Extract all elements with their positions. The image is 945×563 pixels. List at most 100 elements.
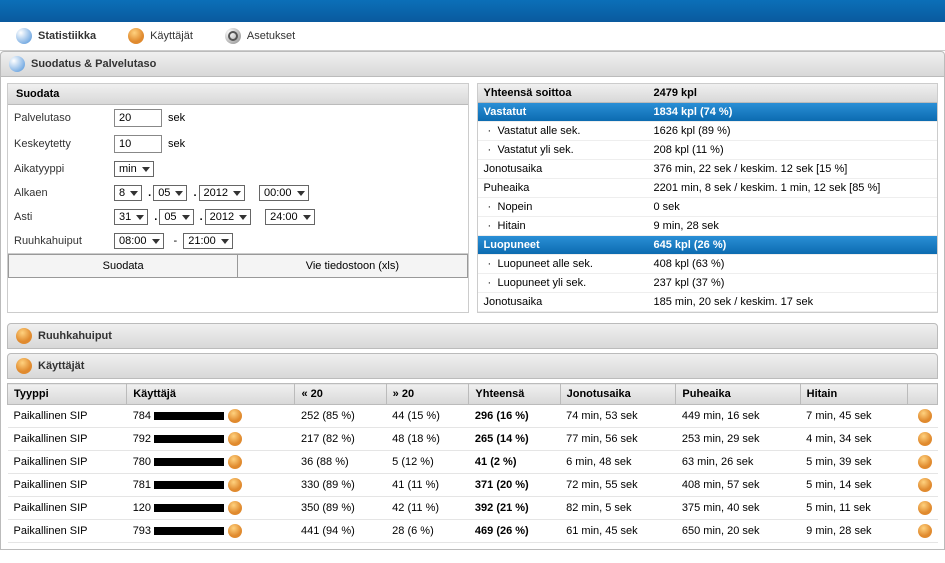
queue-value: 376 min, 22 sek / keskim. 12 sek [15 %]: [654, 163, 932, 175]
answered-value: 1834 kpl (74 %): [654, 106, 932, 118]
slowest-value: 9 min, 28 sek: [654, 220, 932, 232]
abandoned-under-value: 408 kpl (63 %): [654, 258, 932, 270]
aikatyyppi-select[interactable]: min: [114, 161, 154, 177]
answered-label: Vastatut: [484, 106, 654, 118]
abandoned-over-label: Luopuneet yli sek.: [484, 277, 654, 289]
cell-slow: 5 min, 14 sek: [800, 474, 907, 497]
ruuhka-panel-header[interactable]: Ruuhkahuiput: [7, 323, 938, 349]
alkaen-time-select[interactable]: 00:00: [259, 185, 309, 201]
cell-type: Paikallinen SIP: [8, 428, 127, 451]
cell-total: 265 (14 %): [469, 428, 560, 451]
cell-under: 441 (94 %): [295, 520, 386, 543]
panel-title: Ruuhkahuiput: [38, 330, 112, 342]
users-icon: [16, 358, 32, 374]
abandon-queue-value: 185 min, 20 sek / keskim. 17 sek: [654, 296, 932, 308]
user-icon: [228, 432, 242, 446]
user-icon: [918, 432, 932, 446]
alkaen-month-select[interactable]: 05: [153, 185, 187, 201]
keskeytetty-input[interactable]: [114, 135, 162, 153]
user-icon: [228, 478, 242, 492]
tab-settings[interactable]: Asetukset: [209, 22, 311, 50]
redacted-name: [154, 481, 224, 489]
cell-over: 48 (18 %): [386, 428, 469, 451]
cell-action[interactable]: [908, 520, 938, 543]
cell-talk: 63 min, 26 sek: [676, 451, 800, 474]
col-under[interactable]: « 20: [295, 384, 386, 405]
export-button[interactable]: Vie tiedostoon (xls): [238, 254, 467, 278]
tab-label: Käyttäjät: [150, 30, 193, 42]
abandon-queue-label: Jonotusaika: [484, 296, 654, 308]
ruuhka-from-select[interactable]: 08:00: [114, 233, 164, 249]
cell-user: 120: [127, 497, 295, 520]
col-type[interactable]: Tyyppi: [8, 384, 127, 405]
cell-queue: 72 min, 55 sek: [560, 474, 676, 497]
tab-statistics[interactable]: Statistiikka: [0, 22, 112, 50]
col-slow[interactable]: Hitain: [800, 384, 907, 405]
col-queue[interactable]: Jonotusaika: [560, 384, 676, 405]
table-row[interactable]: Paikallinen SIP793 441 (94 %)28 (6 %)469…: [8, 520, 938, 543]
table-row[interactable]: Paikallinen SIP792 217 (82 %)48 (18 %)26…: [8, 428, 938, 451]
table-row[interactable]: Paikallinen SIP781 330 (89 %)41 (11 %)37…: [8, 474, 938, 497]
panel-title: Suodatus & Palvelutaso: [31, 58, 156, 70]
asti-year-select[interactable]: 2012: [205, 209, 251, 225]
alkaen-day-select[interactable]: 8: [114, 185, 142, 201]
cell-over: 28 (6 %): [386, 520, 469, 543]
cell-queue: 82 min, 5 sek: [560, 497, 676, 520]
cell-total: 371 (20 %): [469, 474, 560, 497]
cell-slow: 4 min, 34 sek: [800, 428, 907, 451]
aikatyyppi-label: Aikatyyppi: [14, 163, 114, 175]
users-table: Tyyppi Käyttäjä « 20 » 20 Yhteensä Jonot…: [7, 383, 938, 543]
col-over[interactable]: » 20: [386, 384, 469, 405]
cell-queue: 74 min, 53 sek: [560, 405, 676, 428]
ruuhka-to-select[interactable]: 21:00: [183, 233, 233, 249]
col-total[interactable]: Yhteensä: [469, 384, 560, 405]
cell-type: Paikallinen SIP: [8, 405, 127, 428]
user-icon: [228, 524, 242, 538]
settings-icon: [225, 28, 241, 44]
asti-label: Asti: [14, 211, 114, 223]
asti-month-select[interactable]: 05: [159, 209, 193, 225]
cell-action[interactable]: [908, 428, 938, 451]
cell-over: 44 (15 %): [386, 405, 469, 428]
cell-slow: 5 min, 11 sek: [800, 497, 907, 520]
user-icon: [918, 524, 932, 538]
table-row[interactable]: Paikallinen SIP120 350 (89 %)42 (11 %)39…: [8, 497, 938, 520]
table-row[interactable]: Paikallinen SIP780 36 (88 %)5 (12 %)41 (…: [8, 451, 938, 474]
cell-total: 469 (26 %): [469, 520, 560, 543]
talk-label: Puheaika: [484, 182, 654, 194]
top-bar: [0, 0, 945, 22]
cell-slow: 9 min, 28 sek: [800, 520, 907, 543]
cell-queue: 77 min, 56 sek: [560, 428, 676, 451]
cell-action[interactable]: [908, 405, 938, 428]
tab-users[interactable]: Käyttäjät: [112, 22, 209, 50]
cell-slow: 7 min, 45 sek: [800, 405, 907, 428]
cell-action[interactable]: [908, 497, 938, 520]
user-icon: [918, 455, 932, 469]
filter-form: Suodata Palvelutaso sek Keskeytetty sek …: [7, 83, 469, 313]
answered-under-value: 1626 kpl (89 %): [654, 125, 932, 137]
alkaen-year-select[interactable]: 2012: [199, 185, 245, 201]
col-user[interactable]: Käyttäjä: [127, 384, 295, 405]
palvelutaso-input[interactable]: [114, 109, 162, 127]
filter-button[interactable]: Suodata: [8, 254, 238, 278]
cell-talk: 650 min, 20 sek: [676, 520, 800, 543]
table-row[interactable]: Paikallinen SIP784 252 (85 %)44 (15 %)29…: [8, 405, 938, 428]
answered-over-value: 208 kpl (11 %): [654, 144, 932, 156]
cell-talk: 375 min, 40 sek: [676, 497, 800, 520]
user-icon: [918, 501, 932, 515]
users-panel-header[interactable]: Käyttäjät: [7, 353, 938, 379]
asti-time-select[interactable]: 24:00: [265, 209, 315, 225]
col-talk[interactable]: Puheaika: [676, 384, 800, 405]
cell-action[interactable]: [908, 474, 938, 497]
cell-action[interactable]: [908, 451, 938, 474]
abandoned-label: Luopuneet: [484, 239, 654, 251]
fastest-value: 0 sek: [654, 201, 932, 213]
redacted-name: [154, 504, 224, 512]
cell-type: Paikallinen SIP: [8, 451, 127, 474]
fastest-label: Nopein: [484, 201, 654, 213]
cell-queue: 61 min, 45 sek: [560, 520, 676, 543]
unit-sek: sek: [168, 112, 185, 124]
cell-under: 330 (89 %): [295, 474, 386, 497]
summary-stats: Yhteensä soittoa 2479 kpl Vastatut 1834 …: [477, 83, 939, 313]
asti-day-select[interactable]: 31: [114, 209, 148, 225]
